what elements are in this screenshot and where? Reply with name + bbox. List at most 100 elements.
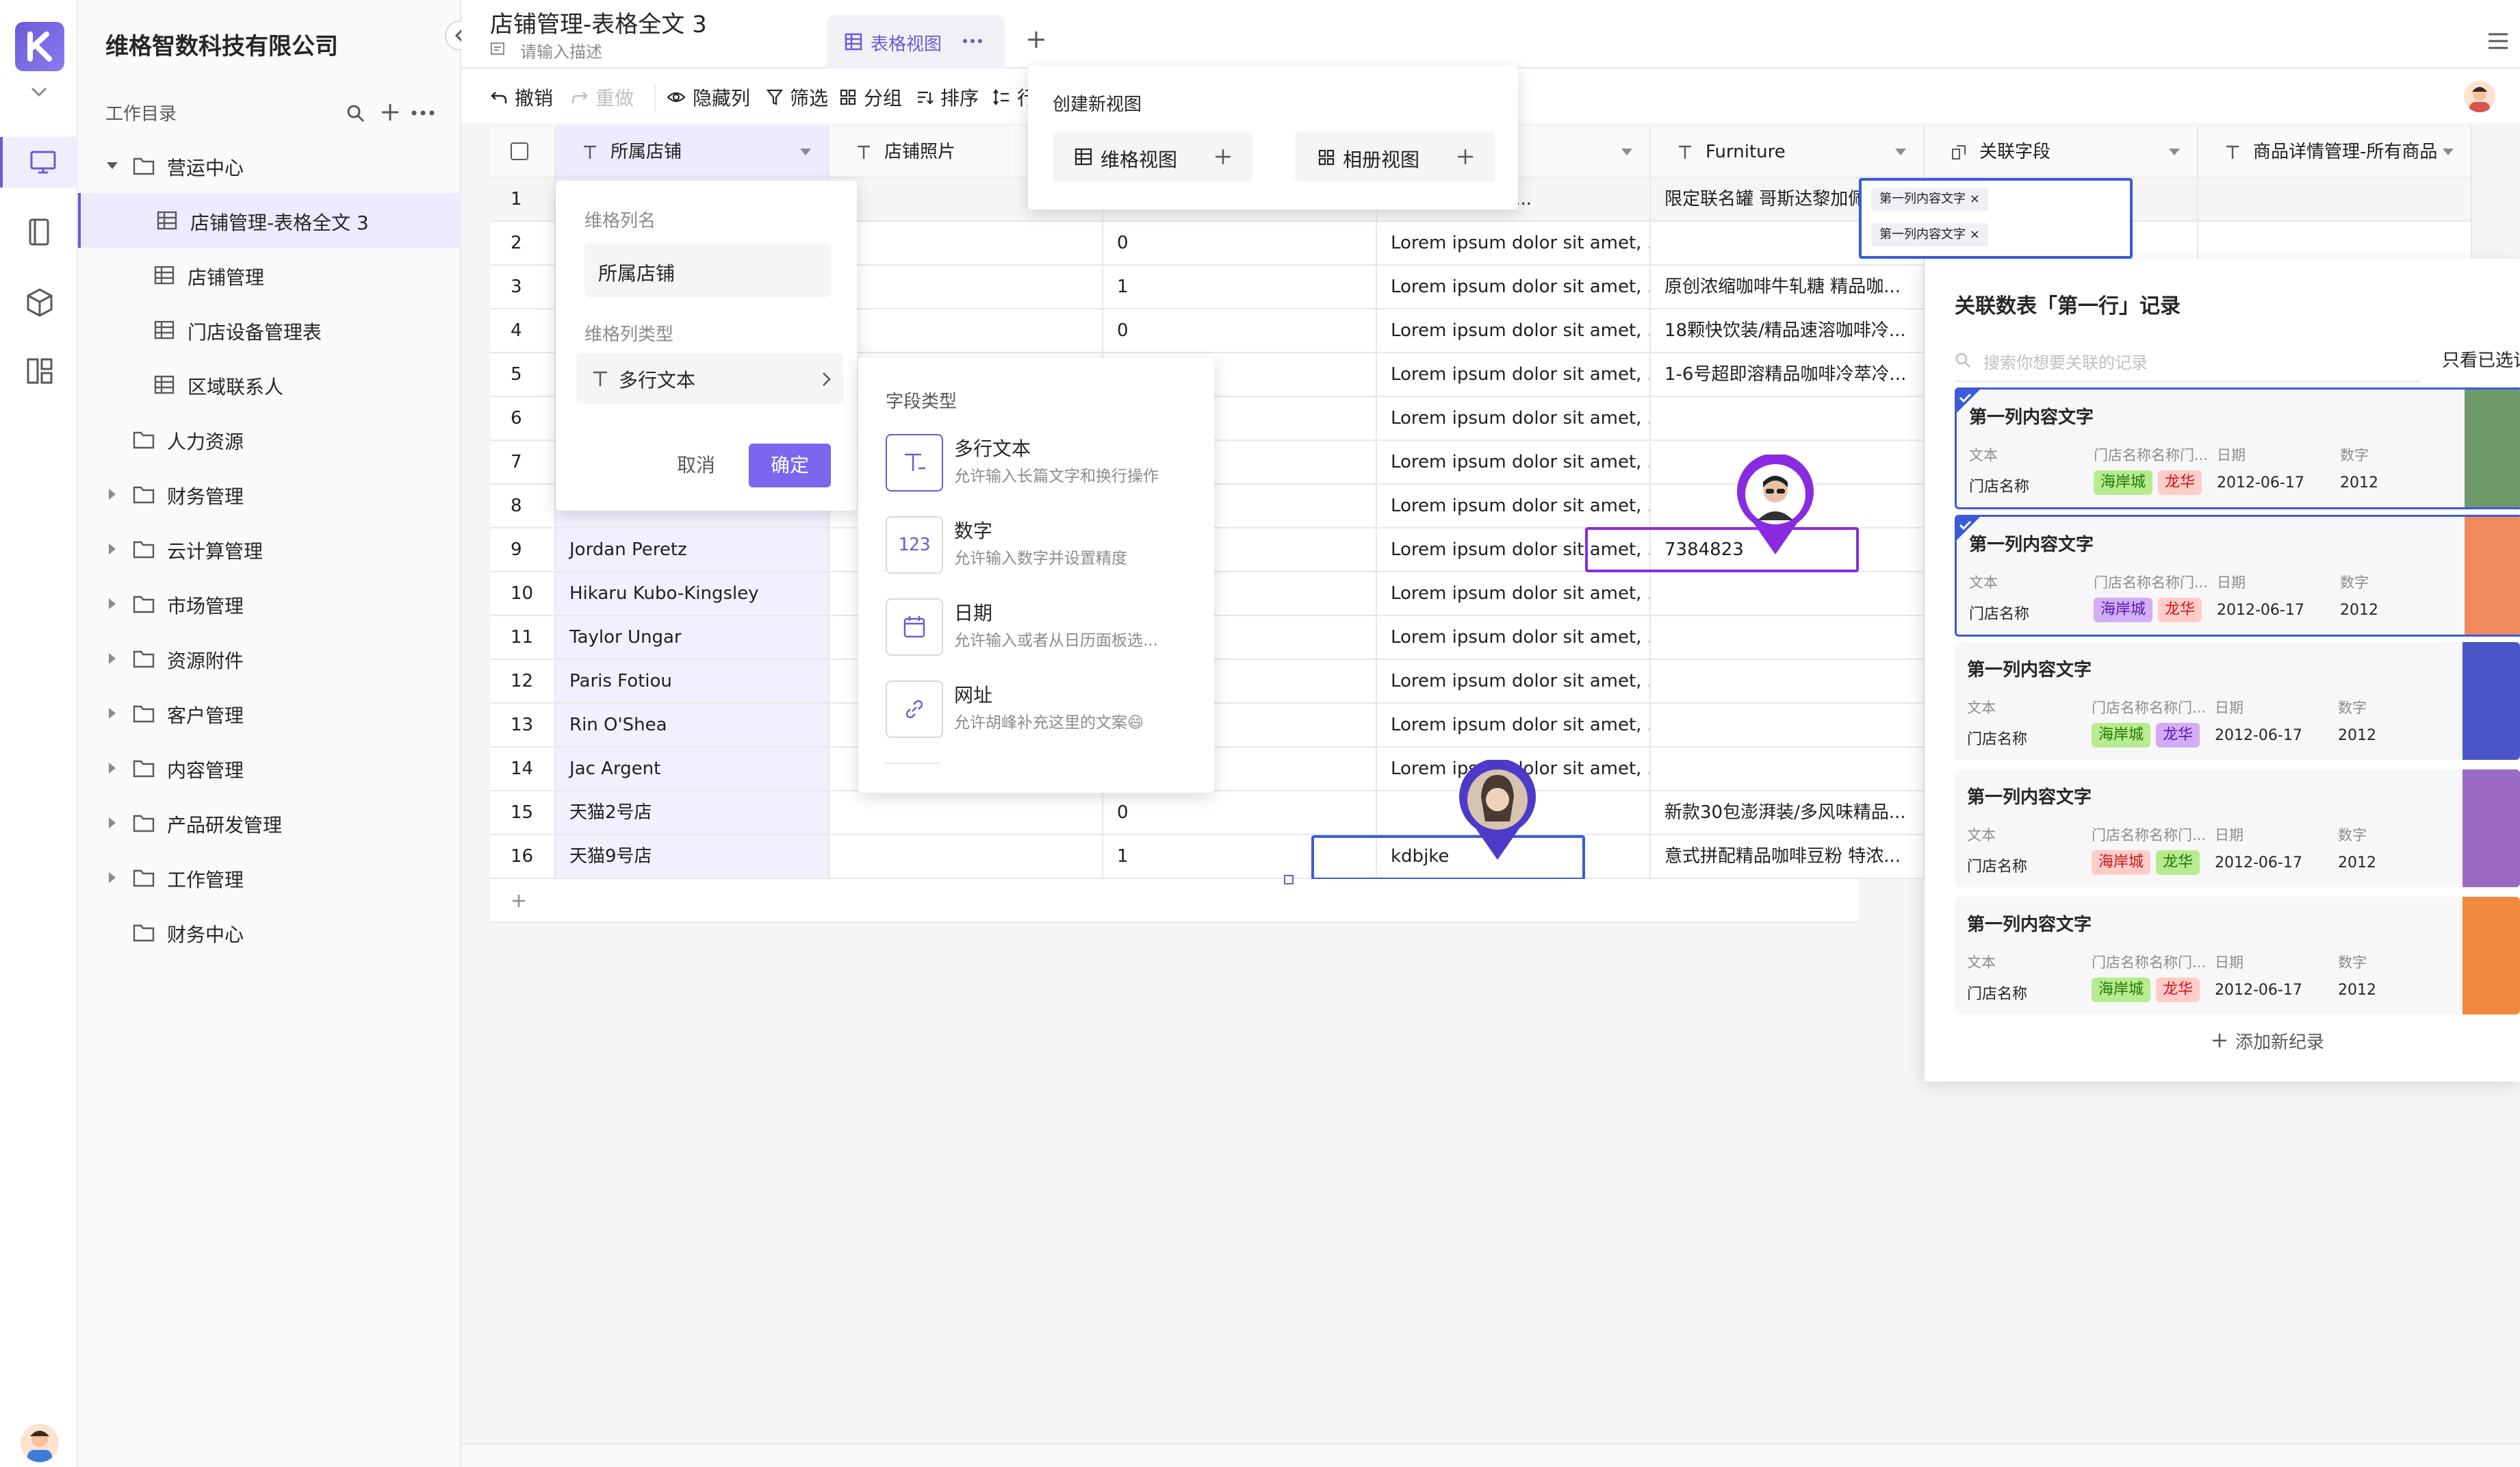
filter-button[interactable]: 筛选 bbox=[767, 82, 828, 112]
furniture-cell[interactable]: 意式拼配精品咖啡豆粉 特浓... bbox=[1651, 835, 1925, 879]
store-cell[interactable]: 天猫2号店 bbox=[556, 791, 830, 835]
tab-grid-view[interactable]: 表格视图 bbox=[827, 15, 1005, 68]
caret-down-icon[interactable] bbox=[2442, 148, 2454, 156]
tree-item[interactable]: 工作管理 bbox=[78, 850, 461, 905]
store-cell[interactable]: Jordan Peretz bbox=[556, 528, 830, 572]
text-cell[interactable]: Lorem ipsum dolor sit amet, ... bbox=[1377, 309, 1651, 353]
photo-cell[interactable] bbox=[830, 835, 1103, 879]
tree-item[interactable]: 区域联系人 bbox=[78, 357, 461, 412]
only-selected-toggle[interactable]: 只看已选记 bbox=[2442, 346, 2520, 372]
photo-cell[interactable] bbox=[830, 309, 1103, 353]
desktop-icon[interactable] bbox=[0, 137, 78, 188]
caret-right-icon[interactable] bbox=[105, 706, 119, 720]
avatar-icon[interactable] bbox=[21, 1424, 59, 1462]
row-number[interactable]: 1 bbox=[490, 178, 556, 222]
row-number[interactable]: 7 bbox=[490, 441, 556, 485]
template-icon[interactable] bbox=[26, 357, 53, 385]
text-cell[interactable]: Lorem ipsum dolor sit amet, ... bbox=[1377, 353, 1651, 397]
row-number[interactable]: 8 bbox=[490, 485, 556, 528]
caret-down-icon[interactable] bbox=[1894, 148, 1907, 156]
furniture-cell[interactable] bbox=[1651, 748, 1925, 791]
furniture-cell[interactable]: 原创浓缩咖啡牛轧糖 精品咖... bbox=[1651, 266, 1925, 309]
add-record-button[interactable]: 添加新纪录 bbox=[2211, 1027, 2324, 1054]
link-record-card[interactable]: 第一列内容文字 文本 门店名称名称门... 日期 数字 门店名称 海岸城 龙华 2012-06-… bbox=[1955, 642, 2520, 760]
caret-right-icon[interactable] bbox=[105, 542, 119, 556]
redo-button[interactable]: 重做 bbox=[571, 82, 634, 112]
logo-icon[interactable] bbox=[15, 22, 64, 71]
number-cell[interactable]: 1 bbox=[1103, 266, 1377, 309]
tree-item[interactable]: 店铺管理 bbox=[78, 248, 461, 303]
workspace-name[interactable]: 维格智数科技有限公司 bbox=[105, 27, 338, 61]
furniture-cell[interactable] bbox=[1651, 704, 1925, 748]
tree-item[interactable]: 营运中心 bbox=[78, 138, 461, 193]
caret-down-icon[interactable] bbox=[799, 148, 812, 156]
create-grid-view-button[interactable]: 维格视图 bbox=[1053, 131, 1252, 182]
furniture-cell[interactable]: 新款30包澎湃装/多风味精品... bbox=[1651, 791, 1925, 835]
cancel-button[interactable]: 取消 bbox=[658, 444, 734, 487]
furniture-cell[interactable]: 1-6号超即溶精品咖啡冷萃冷... bbox=[1651, 353, 1925, 397]
tree-item[interactable]: 产品研发管理 bbox=[78, 795, 461, 850]
store-cell[interactable]: 天猫9号店 bbox=[556, 835, 830, 879]
store-cell[interactable]: Taylor Ungar bbox=[556, 616, 830, 660]
tree-item[interactable]: 财务中心 bbox=[78, 905, 461, 960]
number-cell[interactable]: 0 bbox=[1103, 222, 1377, 266]
link-record-card[interactable]: 第一列内容文字 文本 门店名称名称门... 日期 数字 门店名称 海岸城 龙华 2012-06-… bbox=[1955, 769, 2520, 887]
collab-editing-cell[interactable] bbox=[1585, 527, 1859, 572]
text-cell[interactable]: Lorem ipsum dolor sit amet, ... bbox=[1377, 660, 1651, 704]
caret-right-icon[interactable] bbox=[105, 597, 119, 611]
hide-columns-button[interactable]: 隐藏列 bbox=[667, 82, 750, 112]
caret-down-icon[interactable] bbox=[2168, 148, 2181, 156]
column-name-input[interactable]: 所属店铺 bbox=[584, 244, 831, 297]
tree-item[interactable]: 客户管理 bbox=[78, 686, 461, 741]
text-cell[interactable]: Lorem ipsum dolor sit amet, ... bbox=[1377, 441, 1651, 485]
sort-button[interactable]: 排序 bbox=[916, 82, 979, 112]
link-search-input[interactable]: 搜索你想要关联的记录 bbox=[1955, 341, 2420, 382]
product-cell[interactable] bbox=[2198, 178, 2472, 222]
link-chip[interactable]: 第一列内容文字 × bbox=[1871, 223, 1988, 246]
row-number[interactable]: 4 bbox=[490, 309, 556, 353]
photo-cell[interactable] bbox=[830, 266, 1103, 309]
tree-item[interactable]: 财务管理 bbox=[78, 467, 461, 522]
row-number[interactable]: 13 bbox=[490, 704, 556, 748]
search-icon[interactable] bbox=[346, 104, 365, 123]
field-type-option[interactable]: 日期 允许输入或者从日历面板选... bbox=[886, 593, 1214, 668]
fill-handle[interactable] bbox=[1284, 875, 1294, 884]
text-cell[interactable]: Lorem ipsum dolor sit amet, ... bbox=[1377, 222, 1651, 266]
sheet-description[interactable]: 请输入描述 bbox=[520, 38, 602, 62]
text-cell[interactable]: Lorem ipsum dolor sit amet, ... bbox=[1377, 397, 1651, 441]
row-number[interactable]: 16 bbox=[490, 835, 556, 879]
photo-cell[interactable] bbox=[830, 222, 1103, 266]
undo-button[interactable]: 撤销 bbox=[490, 82, 553, 112]
link-chip[interactable]: 第一列内容文字 × bbox=[1871, 188, 1988, 211]
collab-editing-cell[interactable] bbox=[1311, 835, 1585, 880]
row-number[interactable]: 3 bbox=[490, 266, 556, 309]
text-cell[interactable]: Lorem ipsum dolor sit amet, ... bbox=[1377, 616, 1651, 660]
row-number[interactable]: 9 bbox=[490, 528, 556, 572]
link-record-card[interactable]: 第一列内容文字 文本 门店名称名称门... 日期 数字 门店名称 海岸城 龙华 2012-06-… bbox=[1955, 515, 2520, 637]
row-number[interactable]: 12 bbox=[490, 660, 556, 704]
text-cell[interactable]: Lorem ipsum dolor sit amet, ... bbox=[1377, 572, 1651, 616]
tree-item[interactable]: 云计算管理 bbox=[78, 522, 461, 576]
row-number[interactable]: 14 bbox=[490, 748, 556, 791]
text-cell[interactable]: Lorem ipsum dolor sit amet, ... bbox=[1377, 485, 1651, 528]
text-cell[interactable]: Lorem ipsum dolor sit amet, ... bbox=[1377, 704, 1651, 748]
furniture-cell[interactable] bbox=[1651, 397, 1925, 441]
cube-icon[interactable] bbox=[26, 288, 53, 318]
number-cell[interactable]: 0 bbox=[1103, 791, 1377, 835]
horizontal-scrollbar[interactable] bbox=[461, 1443, 2520, 1467]
column-type-select[interactable]: 多行文本 bbox=[576, 353, 843, 404]
row-number[interactable]: 11 bbox=[490, 616, 556, 660]
column-header[interactable]: 所属店铺 bbox=[556, 126, 830, 178]
row-number[interactable]: 6 bbox=[490, 397, 556, 441]
confirm-button[interactable]: 确定 bbox=[749, 444, 831, 487]
furniture-cell[interactable]: 18颗快饮装/精品速溶咖啡冷... bbox=[1651, 309, 1925, 353]
field-type-option[interactable]: 多行文本 允许输入长篇文字和换行操作 bbox=[886, 429, 1214, 504]
store-cell[interactable]: Jac Argent bbox=[556, 748, 830, 791]
menu-icon[interactable] bbox=[2487, 31, 2509, 51]
row-number[interactable]: 15 bbox=[490, 791, 556, 835]
add-view-button[interactable] bbox=[1025, 29, 1047, 51]
row-number[interactable]: 10 bbox=[490, 572, 556, 616]
caret-right-icon[interactable] bbox=[105, 871, 119, 884]
book-icon[interactable] bbox=[27, 218, 52, 246]
store-cell[interactable]: Paris Fotiou bbox=[556, 660, 830, 704]
